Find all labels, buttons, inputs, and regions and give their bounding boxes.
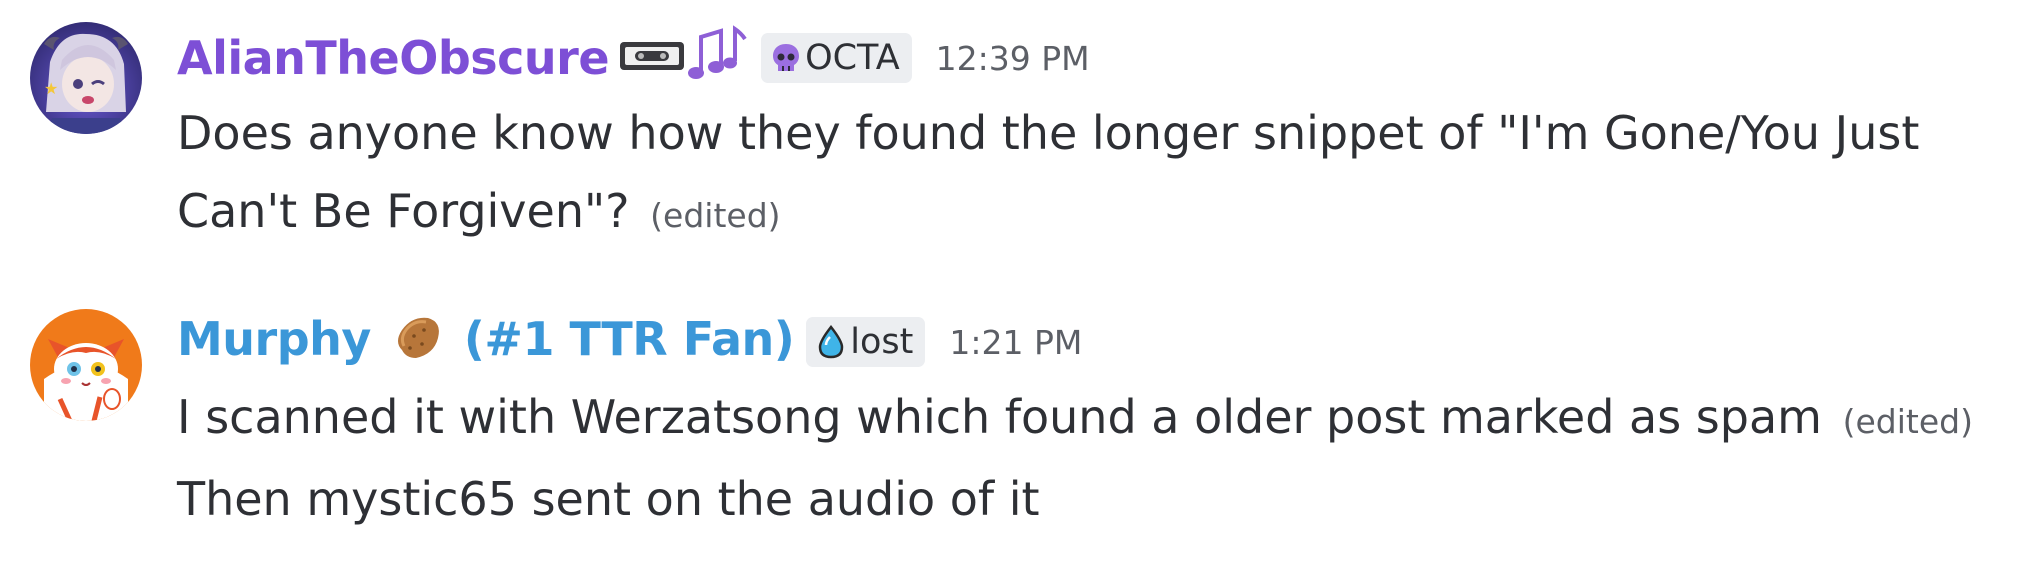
- message-line: Then mystic65 sent on the audio of it: [177, 472, 1040, 526]
- username[interactable]: AlianTheObscure: [177, 31, 610, 85]
- avatar[interactable]: [30, 309, 142, 421]
- svg-text:★: ★: [44, 79, 58, 98]
- timestamp[interactable]: 12:39 PM: [936, 39, 1090, 78]
- edited-label: (edited): [650, 196, 781, 235]
- username-text: Murphy: [177, 311, 371, 366]
- role-tag-label: lost: [850, 322, 914, 362]
- message-text: Then mystic65 sent on the audio of it: [177, 472, 1040, 526]
- role-tag-label: OCTA: [805, 38, 900, 78]
- message-text: Does anyone know how they found the long…: [177, 106, 1920, 160]
- username-suffix: (#1 TTR Fan): [463, 311, 795, 366]
- water-drop-icon: [816, 325, 846, 359]
- role-tag[interactable]: lost: [806, 317, 926, 367]
- avatar-image: ★: [30, 22, 142, 134]
- avatar[interactable]: ★: [30, 22, 142, 134]
- message-header: AlianTheObscure OCTA 12:39 PM: [177, 25, 1090, 91]
- potato-icon: [392, 312, 442, 373]
- message-line: I scanned it with Werzatsong which found…: [177, 390, 1973, 444]
- avatar-image: [30, 309, 142, 421]
- edited-label: (edited): [1842, 402, 1973, 441]
- username[interactable]: Murphy (#1 TTR Fan): [177, 311, 795, 373]
- role-tag[interactable]: OCTA: [761, 33, 912, 83]
- skull-icon: [771, 42, 801, 74]
- name-emojis: [619, 25, 749, 91]
- message-text: Can't Be Forgiven"?: [177, 184, 630, 238]
- videocassette-icon: [619, 39, 685, 77]
- timestamp[interactable]: 1:21 PM: [949, 323, 1082, 362]
- message-line: Can't Be Forgiven"? (edited): [177, 184, 781, 238]
- message-text: I scanned it with Werzatsong which found…: [177, 390, 1822, 444]
- message-line: Does anyone know how they found the long…: [177, 106, 1919, 160]
- music-notes-icon: [685, 25, 749, 91]
- message-header: Murphy (#1 TTR Fan) lost 1:21 PM: [177, 310, 1082, 374]
